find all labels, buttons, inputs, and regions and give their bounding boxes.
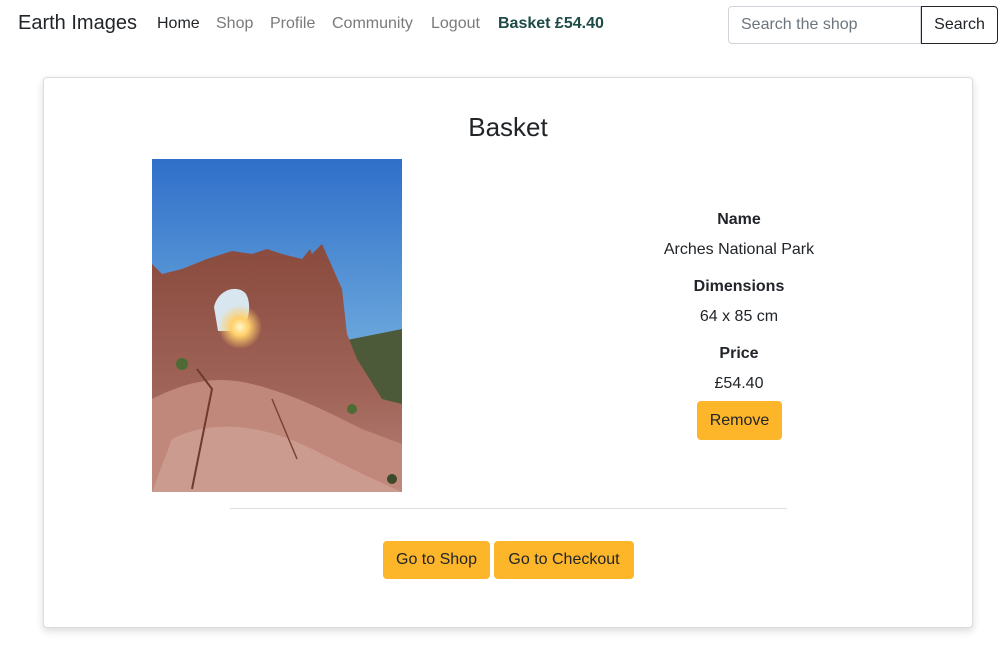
divider xyxy=(230,508,787,509)
nav-profile[interactable]: Profile xyxy=(270,15,315,33)
nav-logout[interactable]: Logout xyxy=(431,15,480,33)
item-name: Arches National Park xyxy=(663,241,815,258)
go-to-shop-button[interactable]: Go to Shop xyxy=(383,541,490,579)
basket-card: Basket Name Arches National Park Dimensi… xyxy=(43,77,973,628)
brand-link[interactable]: Earth Images xyxy=(18,12,137,35)
name-label: Name xyxy=(717,211,761,228)
remove-button[interactable]: Remove xyxy=(697,401,782,440)
nav-basket[interactable]: Basket £54.40 xyxy=(498,15,604,33)
dimensions-label: Dimensions xyxy=(693,278,785,295)
item-details: Name Arches National Park Dimensions 64 … xyxy=(624,208,854,409)
search-input[interactable] xyxy=(728,6,921,44)
search-button[interactable]: Search xyxy=(921,6,998,44)
nav-shop[interactable]: Shop xyxy=(216,15,253,33)
page-title: Basket xyxy=(468,112,548,142)
price-label: Price xyxy=(719,345,759,362)
nav-community[interactable]: Community xyxy=(332,15,413,33)
nav-home[interactable]: Home xyxy=(157,15,200,33)
go-to-checkout-button[interactable]: Go to Checkout xyxy=(494,541,634,579)
item-dimensions: 64 x 85 cm xyxy=(699,308,779,325)
navbar: Earth Images Home Shop Profile Community… xyxy=(0,0,1007,52)
product-image xyxy=(152,159,402,492)
